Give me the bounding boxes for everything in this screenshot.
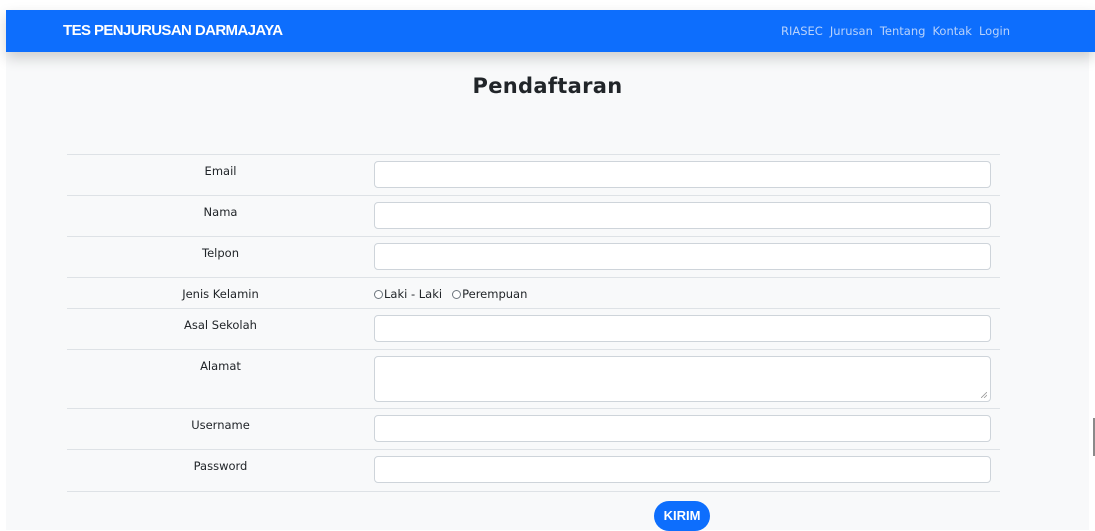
jenis-kelamin-label: Jenis Kelamin bbox=[182, 287, 259, 301]
navbar: TES PENJURUSAN DARMAJAYA RIASEC Jurusan … bbox=[6, 10, 1095, 52]
form-row-alamat: Alamat bbox=[67, 349, 1000, 409]
email-input[interactable] bbox=[374, 161, 991, 188]
form-row-email: Email bbox=[67, 154, 1000, 196]
gender-option-perempuan[interactable]: Perempuan bbox=[452, 287, 527, 301]
password-label: Password bbox=[193, 459, 248, 473]
brand-logo-text[interactable]: TES PENJURUSAN DARMAJAYA bbox=[63, 22, 283, 39]
username-label: Username bbox=[191, 418, 250, 432]
radio-laki-laki[interactable] bbox=[374, 289, 383, 299]
form-row-password: Password bbox=[67, 449, 1000, 492]
radio-perempuan[interactable] bbox=[452, 289, 462, 299]
password-input[interactable] bbox=[374, 456, 991, 483]
form-row-jenis-kelamin: Jenis Kelamin Laki - Laki Perempuan bbox=[67, 277, 1000, 309]
page-content: Pendaftaran Email Nama Telpon Jenis Kela… bbox=[6, 52, 1089, 531]
radio-laki-laki-label: Laki - Laki bbox=[384, 287, 443, 301]
form-row-asal-sekolah: Asal Sekolah bbox=[67, 308, 1000, 350]
email-label: Email bbox=[204, 164, 237, 178]
asal-sekolah-label: Asal Sekolah bbox=[184, 318, 257, 332]
nav-link-riasec[interactable]: RIASEC bbox=[781, 24, 823, 38]
page-title: Pendaftaran bbox=[472, 74, 623, 98]
kirim-button[interactable]: KIRIM bbox=[654, 501, 710, 531]
nav-link-kontak[interactable]: Kontak bbox=[932, 24, 972, 38]
alamat-textarea[interactable] bbox=[374, 356, 991, 402]
radio-perempuan-label: Perempuan bbox=[462, 287, 528, 301]
alamat-label: Alamat bbox=[200, 359, 241, 373]
resize-grip-icon[interactable] bbox=[981, 392, 987, 398]
form-row-telpon: Telpon bbox=[67, 236, 1000, 278]
nama-label: Nama bbox=[203, 205, 238, 219]
nav-link-tentang[interactable]: Tentang bbox=[880, 24, 926, 38]
nav-link-jurusan[interactable]: Jurusan bbox=[830, 24, 873, 38]
telpon-input[interactable] bbox=[374, 243, 991, 270]
form-row-nama: Nama bbox=[67, 195, 1000, 237]
nav-link-login[interactable]: Login bbox=[979, 24, 1010, 38]
gender-option-laki-laki[interactable]: Laki - Laki bbox=[374, 287, 442, 301]
gender-radio-group: Laki - Laki Perempuan bbox=[374, 287, 537, 301]
nama-input[interactable] bbox=[374, 202, 991, 229]
telpon-label: Telpon bbox=[202, 246, 239, 260]
asal-sekolah-input[interactable] bbox=[374, 315, 991, 342]
username-input[interactable] bbox=[374, 415, 991, 442]
form-row-username: Username bbox=[67, 408, 1000, 450]
nav-links: RIASEC Jurusan Tentang Kontak Login bbox=[781, 24, 1010, 38]
